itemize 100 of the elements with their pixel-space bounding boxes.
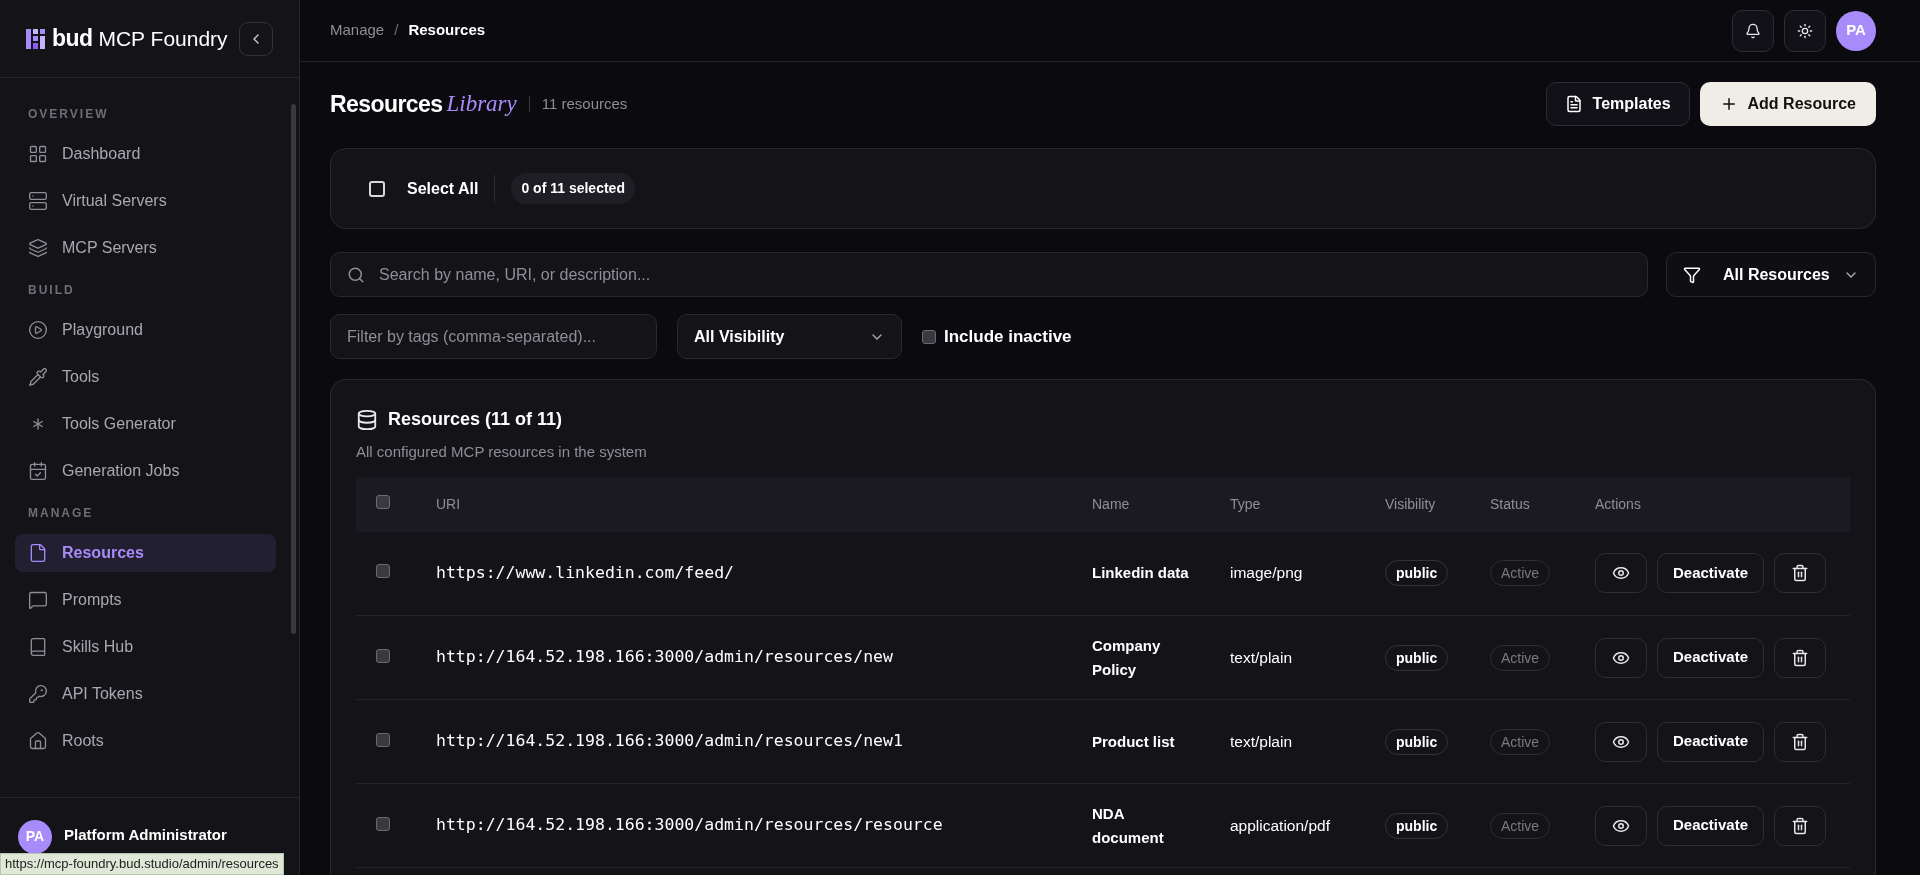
uri-cell: http://164.52.198.166:3000/admin/resources/new1	[436, 731, 903, 751]
book-icon	[28, 637, 48, 657]
deactivate-button[interactable]: Deactivate	[1657, 553, 1765, 594]
view-button[interactable]	[1595, 637, 1647, 678]
trash-icon	[1791, 732, 1810, 751]
nav-item[interactable]: Dashboard	[15, 135, 276, 173]
trash-icon	[1791, 816, 1810, 835]
delete-button[interactable]	[1774, 805, 1827, 846]
nav-item[interactable]: API Tokens	[15, 675, 276, 713]
column-header: Actions	[1595, 496, 1641, 512]
column-header: Visibility	[1385, 496, 1436, 512]
name-cell-text: NDA document	[1092, 803, 1165, 848]
type-filter-dropdown[interactable]: All Resources	[1666, 252, 1876, 297]
key-icon	[28, 684, 48, 704]
nav-item[interactable]: Generation Jobs	[15, 452, 276, 490]
delete-button[interactable]	[1774, 721, 1827, 762]
link-preview: https://mcp-foundry.bud.studio/admin/resources	[0, 853, 284, 875]
type-cell: application/pdf	[1230, 816, 1330, 834]
card-subtitle: All configured MCP resources in the system	[356, 442, 648, 462]
logo-icon	[26, 28, 46, 49]
name-cell-text: Company Policy	[1092, 635, 1162, 680]
page-title-accent: Library	[446, 89, 517, 118]
select-all-label[interactable]: Select All	[407, 176, 479, 201]
nav-item[interactable]: Resources	[15, 534, 276, 572]
add-resource-button[interactable]: Add Resource	[1699, 82, 1876, 126]
column-header: URI	[436, 496, 461, 512]
nav-item[interactable]: Prompts	[15, 581, 276, 619]
nav-item[interactable]: Roots	[15, 722, 276, 760]
name-cell-text: Linkedin data	[1092, 563, 1190, 584]
server-icon	[28, 191, 48, 211]
grid-icon	[28, 144, 48, 164]
nav-item[interactable]: Playground	[15, 311, 276, 349]
pipette-icon	[28, 367, 48, 387]
select-all-rows-checkbox[interactable]	[376, 495, 390, 509]
database-icon	[356, 408, 378, 431]
user-name: Platform Administrator	[64, 826, 227, 845]
search-field[interactable]: Search by name, URI, or description...	[330, 252, 1648, 297]
trash-icon	[1791, 564, 1810, 583]
resource-count: 11 resources	[541, 93, 628, 114]
table-row[interactable]: http://164.52.198.166:3000/admin/resources/new1 Product list text/plain public Active Deactivate	[356, 699, 1850, 784]
nav-item[interactable]: MCP Servers	[15, 229, 276, 267]
row-checkbox[interactable]	[376, 648, 390, 663]
type-cell: text/plain	[1230, 648, 1293, 666]
row-checkbox[interactable]	[376, 816, 390, 831]
deactivate-button[interactable]: Deactivate	[1657, 721, 1765, 762]
layers-icon	[28, 238, 48, 258]
visibility-dropdown[interactable]: All Visibility	[677, 314, 902, 359]
breadcrumb-separator: /	[394, 20, 399, 41]
type-cell: text/plain	[1230, 732, 1293, 750]
theme-button[interactable]	[1784, 9, 1826, 52]
table-row[interactable]: http://164.52.198.166:3000/admin/resources/resource NDA document application/pdf public Active Deactivate	[356, 783, 1850, 868]
breadcrumb-link[interactable]: Manage	[330, 19, 385, 42]
uri-cell: https://www.linkedin.com/feed/	[436, 562, 734, 582]
section-label: BUILD	[27, 282, 76, 299]
tags-filter-input[interactable]: Filter by tags (comma-separated)...	[347, 324, 640, 349]
notifications-button[interactable]	[1732, 9, 1774, 52]
calendar-check-icon	[28, 461, 48, 481]
column-header: Name	[1092, 496, 1130, 512]
chat-icon	[28, 590, 48, 610]
tags-filter-field[interactable]: Filter by tags (comma-separated)...	[330, 314, 657, 359]
table-row[interactable]: https://www.linkedin.com/feed/ Linkedin data image/png public Active Deactivate	[356, 531, 1850, 616]
column-header: Type	[1230, 496, 1261, 512]
delete-button[interactable]	[1774, 637, 1827, 678]
card-title: Resources (11 of 11)	[388, 408, 563, 431]
page-title: Resources	[330, 89, 443, 119]
nav-item[interactable]: Tools Generator	[15, 405, 276, 443]
name-cell-text: Product list	[1092, 731, 1176, 752]
uri-cell: http://164.52.198.166:3000/admin/resources/new	[436, 647, 893, 667]
trash-icon	[1791, 648, 1810, 667]
view-button[interactable]	[1595, 805, 1647, 846]
document-icon	[1564, 95, 1583, 113]
view-button[interactable]	[1595, 721, 1647, 762]
breadcrumb-current: Resources	[408, 20, 486, 41]
delete-button[interactable]	[1774, 553, 1827, 594]
section-label: MANAGE	[27, 505, 95, 522]
uri-cell: http://164.52.198.166:3000/admin/resources/resource	[436, 815, 943, 835]
column-header: Status	[1490, 496, 1530, 512]
filter-icon	[1683, 265, 1701, 284]
search-input[interactable]: Search by name, URI, or description...	[379, 262, 1631, 287]
brand-name: MCP Foundry	[98, 25, 228, 52]
select-all-checkbox[interactable]	[369, 180, 385, 197]
play-icon	[28, 320, 48, 340]
section-label: OVERVIEW	[27, 106, 110, 123]
bell-icon	[1745, 22, 1761, 39]
nav-item[interactable]: Tools	[15, 358, 276, 396]
sun-icon	[1797, 22, 1813, 39]
file-icon	[28, 543, 48, 563]
search-icon	[347, 265, 365, 284]
row-checkbox[interactable]	[376, 564, 390, 579]
row-checkbox[interactable]	[376, 732, 390, 747]
deactivate-button[interactable]: Deactivate	[1657, 805, 1765, 846]
nav-item[interactable]: Virtual Servers	[15, 182, 276, 220]
collapse-button[interactable]	[239, 21, 273, 56]
templates-button[interactable]: Templates	[1545, 82, 1690, 126]
view-button[interactable]	[1595, 553, 1647, 594]
selected-count-badge: 0 of 11 selected	[511, 173, 635, 204]
nav-item[interactable]: Skills Hub	[15, 628, 276, 666]
table-row[interactable]: http://164.52.198.166:3000/admin/resources/new Company Policy text/plain public Active Deactivate	[356, 615, 1850, 700]
deactivate-button[interactable]: Deactivate	[1657, 637, 1765, 678]
brand-mark: bud	[52, 24, 93, 54]
